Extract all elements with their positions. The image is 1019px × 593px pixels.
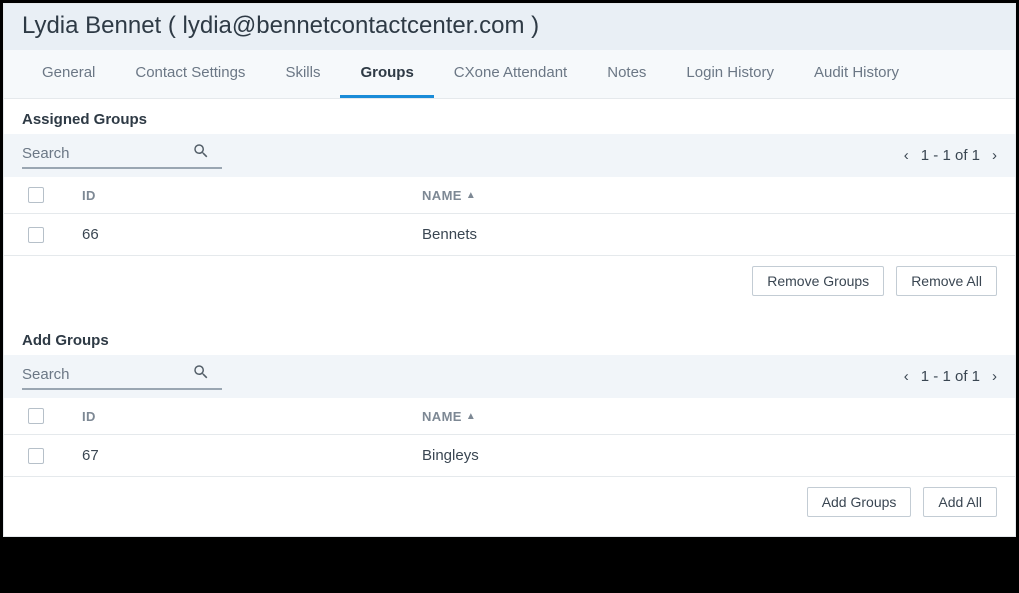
tab-login-history[interactable]: Login History: [666, 50, 794, 98]
remove-all-button[interactable]: Remove All: [896, 266, 997, 296]
assigned-pager: ‹ 1 - 1 of 1 ›: [904, 147, 997, 164]
sort-asc-icon: ▲: [466, 190, 476, 201]
assigned-search-wrap: [22, 142, 222, 169]
row-name: Bingleys: [422, 447, 997, 464]
assigned-table: ID NAME ▲ 66 Bennets: [4, 177, 1015, 256]
page-title: Lydia Bennet ( lydia@bennetcontactcenter…: [4, 4, 1015, 50]
row-checkbox[interactable]: [28, 227, 44, 243]
add-col-id[interactable]: ID: [82, 409, 422, 424]
assigned-toolbar: ‹ 1 - 1 of 1 ›: [4, 134, 1015, 177]
tab-cxone-attendant[interactable]: CXone Attendant: [434, 50, 587, 98]
search-icon[interactable]: [192, 363, 210, 386]
assigned-col-id[interactable]: ID: [82, 188, 422, 203]
section-divider: [4, 302, 1015, 320]
assigned-pager-text: 1 - 1 of 1: [921, 147, 980, 164]
add-groups-title: Add Groups: [4, 320, 1015, 355]
add-col-name[interactable]: NAME ▲: [422, 409, 997, 424]
add-toolbar: ‹ 1 - 1 of 1 ›: [4, 355, 1015, 398]
tab-bar: General Contact Settings Skills Groups C…: [4, 50, 1015, 99]
assigned-search-input[interactable]: [22, 145, 192, 162]
add-pager: ‹ 1 - 1 of 1 ›: [904, 368, 997, 385]
add-actions: Add Groups Add All: [4, 477, 1015, 523]
add-table: ID NAME ▲ 67 Bingleys: [4, 398, 1015, 477]
assigned-table-header: ID NAME ▲: [4, 177, 1015, 214]
search-icon[interactable]: [192, 142, 210, 165]
tab-general[interactable]: General: [22, 50, 115, 98]
add-pager-text: 1 - 1 of 1: [921, 368, 980, 385]
row-id: 66: [82, 226, 422, 243]
assigned-groups-title: Assigned Groups: [4, 99, 1015, 134]
add-groups-button[interactable]: Add Groups: [807, 487, 912, 517]
assigned-col-name-label: NAME: [422, 188, 462, 203]
row-id: 67: [82, 447, 422, 464]
tab-notes[interactable]: Notes: [587, 50, 666, 98]
pager-next-icon[interactable]: ›: [992, 368, 997, 385]
pager-prev-icon[interactable]: ‹: [904, 368, 909, 385]
add-search-wrap: [22, 363, 222, 390]
sort-asc-icon: ▲: [466, 411, 476, 422]
remove-groups-button[interactable]: Remove Groups: [752, 266, 884, 296]
add-all-button[interactable]: Add All: [923, 487, 997, 517]
add-col-name-label: NAME: [422, 409, 462, 424]
user-detail-panel: Lydia Bennet ( lydia@bennetcontactcenter…: [3, 3, 1016, 537]
tab-audit-history[interactable]: Audit History: [794, 50, 919, 98]
tab-skills[interactable]: Skills: [265, 50, 340, 98]
pager-next-icon[interactable]: ›: [992, 147, 997, 164]
assigned-actions: Remove Groups Remove All: [4, 256, 1015, 302]
table-row: 66 Bennets: [4, 214, 1015, 256]
tab-groups[interactable]: Groups: [340, 50, 433, 98]
add-search-input[interactable]: [22, 366, 192, 383]
table-row: 67 Bingleys: [4, 435, 1015, 477]
assigned-select-all-checkbox[interactable]: [28, 187, 44, 203]
add-select-all-checkbox[interactable]: [28, 408, 44, 424]
add-table-header: ID NAME ▲: [4, 398, 1015, 435]
row-checkbox[interactable]: [28, 448, 44, 464]
tab-contact-settings[interactable]: Contact Settings: [115, 50, 265, 98]
pager-prev-icon[interactable]: ‹: [904, 147, 909, 164]
assigned-col-name[interactable]: NAME ▲: [422, 188, 997, 203]
row-name: Bennets: [422, 226, 997, 243]
